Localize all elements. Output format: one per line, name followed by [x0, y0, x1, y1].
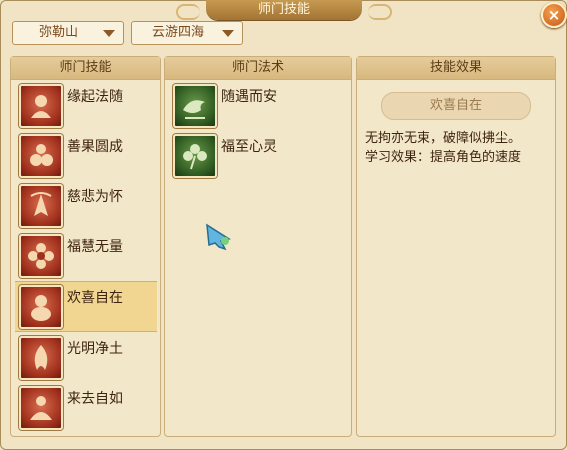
school-skills-panel: 师门技能 缘起法随 善果圆成 慈悲为怀 福慧无量 欢喜自在 光明净土 来去自如	[10, 56, 161, 437]
school-skills-header: 师门技能	[11, 57, 160, 80]
effect-description: 无拘亦无束，破障似拂尘。 学习效果：提高角色的速度	[365, 129, 521, 167]
spell-row[interactable]: 随遇而安	[169, 81, 345, 130]
flame-icon	[19, 336, 63, 380]
skill-row[interactable]: 来去自如	[15, 383, 157, 432]
skill-label: 光明净土	[67, 341, 123, 357]
school-dropdown[interactable]: 弥勒山	[12, 21, 124, 45]
fruit-icon	[19, 134, 63, 178]
skill-effect-header: 技能效果	[357, 57, 555, 80]
school-spells-header: 师门法术	[165, 57, 351, 80]
lotus-icon	[19, 234, 63, 278]
skill-label: 福慧无量	[67, 239, 123, 255]
skill-row-selected[interactable]: 欢喜自在	[15, 281, 157, 332]
spell-label: 福至心灵	[221, 139, 277, 155]
praying-hands-icon	[19, 184, 63, 228]
region-dropdown-value: 云游四海	[152, 25, 205, 40]
skill-label: 慈悲为怀	[67, 189, 123, 205]
chevron-down-icon	[103, 30, 115, 37]
effect-skill-name: 欢喜自在	[381, 92, 531, 120]
close-button[interactable]: ×	[541, 2, 567, 28]
window-title: 师门技能	[176, 0, 392, 20]
clover-icon	[173, 134, 217, 178]
skill-label: 缘起法随	[67, 89, 123, 105]
monk-icon	[19, 84, 63, 128]
spell-row[interactable]: 福至心灵	[169, 131, 345, 180]
meditation-icon	[19, 386, 63, 430]
skill-row[interactable]: 慈悲为怀	[15, 181, 157, 230]
skill-row[interactable]: 光明净土	[15, 333, 157, 382]
school-spells-panel: 师门法术 随遇而安 福至心灵	[164, 56, 352, 437]
skill-label: 来去自如	[67, 391, 123, 407]
chevron-down-icon	[222, 30, 234, 37]
effect-description-line1: 无拘亦无束，破障似拂尘。	[365, 131, 522, 146]
bird-icon	[173, 84, 217, 128]
skill-row[interactable]: 福慧无量	[15, 231, 157, 280]
spell-label: 随遇而安	[221, 89, 277, 105]
skill-label: 欢喜自在	[67, 290, 123, 306]
cursor-icon	[205, 223, 237, 255]
laughing-buddha-icon	[19, 285, 63, 329]
skill-row[interactable]: 缘起法随	[15, 81, 157, 130]
school-dropdown-value: 弥勒山	[39, 25, 79, 40]
effect-description-line2: 学习效果：提高角色的速度	[365, 150, 522, 165]
skill-row[interactable]: 善果圆成	[15, 131, 157, 180]
skill-effect-panel: 技能效果 欢喜自在 无拘亦无束，破障似拂尘。 学习效果：提高角色的速度	[356, 56, 556, 437]
skill-label: 善果圆成	[67, 139, 123, 155]
region-dropdown[interactable]: 云游四海	[131, 21, 243, 45]
